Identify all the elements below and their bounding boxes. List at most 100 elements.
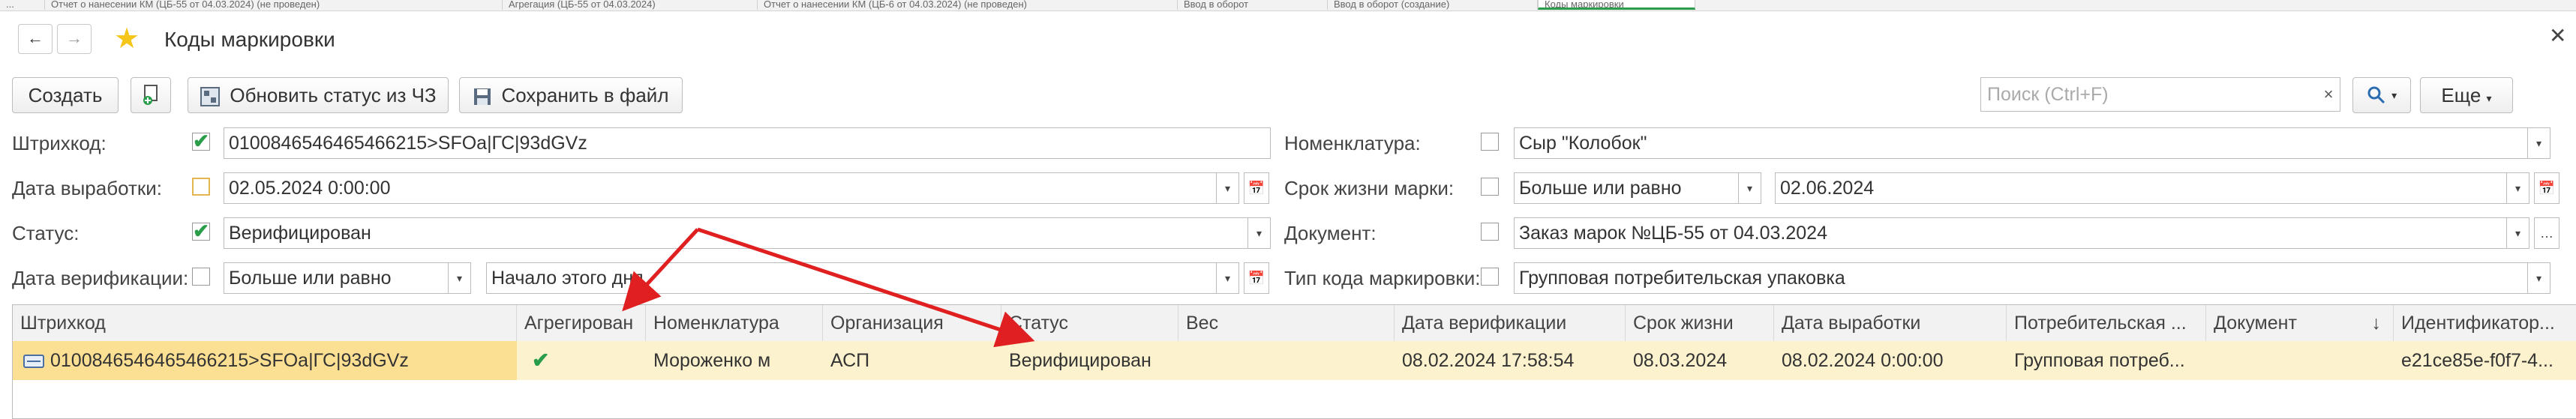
copy-button[interactable] bbox=[131, 77, 171, 113]
refresh-status-label: Обновить статус из ЧЗ bbox=[230, 84, 437, 106]
back-button[interactable]: ← bbox=[18, 24, 53, 54]
more-label: Еще bbox=[2441, 84, 2481, 106]
cell-document bbox=[2206, 341, 2394, 380]
production-date-dropdown[interactable]: ▾ bbox=[1217, 172, 1239, 204]
mark-lifetime-condition-dropdown[interactable]: ▾ bbox=[1739, 172, 1761, 204]
document-filter-checkbox[interactable] bbox=[1481, 223, 1499, 241]
verification-date-condition-dropdown[interactable]: ▾ bbox=[449, 262, 471, 294]
cell-organization: АСП bbox=[830, 350, 870, 371]
nomenclature-filter-label: Номенклатура: bbox=[1284, 132, 1421, 154]
nomenclature-filter-input[interactable]: Сыр "Колобок" bbox=[1514, 127, 2528, 159]
calendar-icon: 📅 bbox=[1247, 271, 1265, 286]
more-button[interactable]: Еще ▾ bbox=[2420, 77, 2513, 113]
column-header-document[interactable]: Документ ↓ bbox=[2206, 305, 2394, 341]
verification-date-filter-input[interactable]: Начало этого дня bbox=[486, 262, 1217, 294]
chevron-down-icon: ▾ bbox=[456, 272, 463, 284]
document-filter-open-button[interactable]: … bbox=[2534, 217, 2559, 249]
mark-lifetime-condition-select[interactable]: Больше или равно bbox=[1514, 172, 1739, 204]
verification-date-dropdown[interactable]: ▾ bbox=[1217, 262, 1239, 294]
code-type-filter-dropdown[interactable]: ▾ bbox=[2528, 262, 2550, 294]
search-input[interactable]: Поиск (Ctrl+F) bbox=[1980, 77, 2340, 112]
mark-lifetime-filter-label: Срок жизни марки: bbox=[1284, 177, 1455, 199]
column-header-production-date[interactable]: Дата выработки bbox=[1774, 305, 2007, 341]
production-date-filter-label: Дата выработки: bbox=[12, 177, 163, 199]
search-clear-icon[interactable]: × bbox=[2316, 77, 2340, 112]
page-title: Коды маркировки bbox=[164, 28, 335, 51]
document-filter-dropdown[interactable]: ▾ bbox=[2507, 217, 2529, 249]
table-row[interactable]: 0100846546465466215>SFOa|ГС|93dGVz ✔ Мор… bbox=[13, 341, 2576, 380]
cell-aggregated-check-icon: ✔ bbox=[532, 349, 550, 372]
verification-date-condition-select[interactable]: Больше или равно bbox=[224, 262, 449, 294]
cell-barcode-text: 0100846546465466215>SFOa|ГС|93dGVz bbox=[50, 350, 409, 371]
status-filter-label: Статус: bbox=[12, 222, 80, 244]
window-tab[interactable]: ... bbox=[0, 0, 45, 10]
barcode-filter-label: Штрихкод: bbox=[12, 132, 107, 154]
chevron-down-icon: ▾ bbox=[1746, 182, 1753, 194]
column-header-verification-date[interactable]: Дата верификации bbox=[1395, 305, 1626, 341]
nomenclature-filter-dropdown[interactable]: ▾ bbox=[2528, 127, 2550, 159]
chevron-down-icon: ▾ bbox=[2535, 137, 2542, 149]
barcode-filter-checkbox[interactable]: ✔ bbox=[192, 131, 210, 151]
verification-date-calendar-button[interactable]: 📅 bbox=[1244, 262, 1269, 294]
window-tab[interactable]: Отчет о нанесении КМ (ЦБ-55 от 04.03.202… bbox=[45, 0, 503, 10]
window-tab-active[interactable]: Коды маркировки bbox=[1538, 0, 1695, 10]
column-header-document-label: Документ bbox=[2214, 313, 2297, 334]
nomenclature-filter-checkbox[interactable] bbox=[1481, 133, 1499, 151]
chevron-down-icon: ▾ bbox=[2391, 89, 2397, 101]
forward-button[interactable]: → bbox=[57, 24, 92, 54]
column-header-consumer-packaging[interactable]: Потребительская ... bbox=[2007, 305, 2206, 341]
cell-barcode[interactable]: 0100846546465466215>SFOa|ГС|93dGVz bbox=[13, 341, 517, 380]
mark-lifetime-dropdown[interactable]: ▾ bbox=[2507, 172, 2529, 204]
cell-lifetime: 08.03.2024 bbox=[1633, 350, 1728, 371]
status-filter-select[interactable]: Верифицирован bbox=[224, 217, 1248, 249]
column-header-nomenclature[interactable]: Номенклатура bbox=[646, 305, 823, 341]
column-header-organization[interactable]: Организация bbox=[823, 305, 1001, 341]
chevron-down-icon: ▾ bbox=[1256, 227, 1262, 239]
floppy-disk-icon bbox=[474, 88, 491, 106]
column-header-aggregated[interactable]: Агрегирован bbox=[517, 305, 646, 341]
marking-code-icon bbox=[23, 355, 44, 369]
mark-lifetime-filter-checkbox[interactable] bbox=[1481, 178, 1499, 196]
barcode-filter-input[interactable]: 0100846546465466215>SFOa|ГС|93dGVz bbox=[224, 127, 1271, 159]
table-header: Штрихкод Агрегирован Номенклатура Органи… bbox=[13, 305, 2576, 342]
save-to-file-button[interactable]: Сохранить в файл bbox=[459, 77, 683, 113]
close-icon[interactable]: ✕ bbox=[2549, 22, 2566, 49]
copy-add-icon bbox=[143, 85, 158, 105]
production-date-filter-input[interactable]: 02.05.2024 0:00:00 bbox=[224, 172, 1217, 204]
column-header-lifetime[interactable]: Срок жизни bbox=[1626, 305, 1774, 341]
code-type-filter-select[interactable]: Групповая потребительская упаковка bbox=[1514, 262, 2528, 294]
mark-lifetime-calendar-button[interactable]: 📅 bbox=[2534, 172, 2559, 204]
mark-lifetime-filter-input[interactable]: 02.06.2024 bbox=[1775, 172, 2507, 204]
status-filter-dropdown[interactable]: ▾ bbox=[1248, 217, 1271, 249]
chevron-down-icon: ▾ bbox=[1224, 182, 1231, 194]
chevron-down-icon: ▾ bbox=[2486, 92, 2492, 104]
cell-identifier: e21ce85e-f0f7-4... bbox=[2401, 350, 2553, 371]
window-tab[interactable]: Ввод в оборот bbox=[1178, 0, 1328, 10]
production-date-filter-checkbox[interactable] bbox=[192, 178, 210, 196]
favorite-star-icon[interactable]: ★ bbox=[114, 24, 140, 54]
verification-date-filter-label: Дата верификации: bbox=[12, 267, 189, 289]
column-header-identifier[interactable]: Идентификатор... bbox=[2394, 305, 2576, 341]
search-button[interactable]: ▾ bbox=[2352, 77, 2411, 113]
column-header-weight[interactable]: Вес bbox=[1178, 305, 1395, 341]
code-type-filter-label: Тип кода маркировки: bbox=[1284, 267, 1481, 289]
cell-weight bbox=[1178, 341, 1395, 380]
refresh-status-button[interactable]: Обновить статус из ЧЗ bbox=[188, 77, 449, 113]
create-button[interactable]: Создать bbox=[12, 77, 119, 113]
document-filter-input[interactable]: Заказ марок №ЦБ-55 от 04.03.2024 bbox=[1514, 217, 2507, 249]
status-filter-checkbox[interactable]: ✔ bbox=[192, 221, 210, 241]
marking-codes-table[interactable]: Штрихкод Агрегирован Номенклатура Органи… bbox=[12, 304, 2576, 419]
code-type-filter-checkbox[interactable] bbox=[1481, 268, 1499, 286]
window-tab[interactable]: Отчет о нанесении КМ (ЦБ-6 от 04.03.2024… bbox=[758, 0, 1178, 10]
production-date-calendar-button[interactable]: 📅 bbox=[1244, 172, 1269, 204]
column-header-barcode[interactable]: Штрихкод bbox=[13, 305, 517, 341]
window-tab[interactable]: Ввод в оборот (создание) bbox=[1328, 0, 1538, 10]
chevron-down-icon: ▾ bbox=[2514, 227, 2521, 239]
verification-date-filter-checkbox[interactable] bbox=[192, 268, 210, 286]
chevron-down-icon: ▾ bbox=[2514, 182, 2521, 194]
window-tab[interactable]: Агрегация (ЦБ-55 от 04.03.2024) bbox=[503, 0, 758, 10]
calendar-icon: 📅 bbox=[2538, 181, 2556, 196]
calendar-icon: 📅 bbox=[1247, 181, 1265, 196]
column-header-status[interactable]: Статус bbox=[1001, 305, 1178, 341]
chevron-down-icon: ▾ bbox=[2535, 272, 2542, 284]
